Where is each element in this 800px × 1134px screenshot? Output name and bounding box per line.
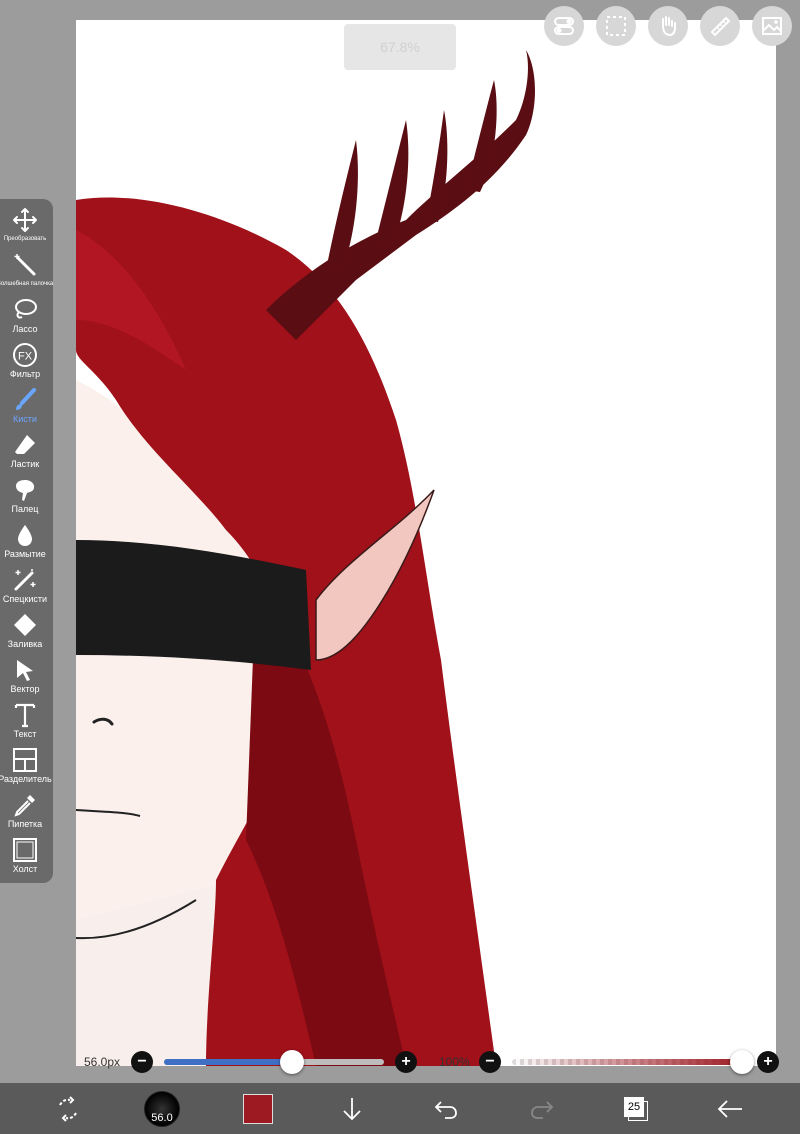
zoom-indicator: 67.8%: [344, 24, 456, 70]
brush-size-decrease-button[interactable]: −: [131, 1051, 153, 1073]
brush-size-increase-button[interactable]: +: [395, 1051, 417, 1073]
tool-label-lasso: Лассо: [12, 324, 38, 334]
eyedropper-icon: [14, 795, 35, 817]
redo-button[interactable]: [522, 1083, 562, 1134]
tool-filter[interactable]: FX Фильтр: [0, 340, 50, 385]
drawing-canvas[interactable]: [76, 20, 776, 1066]
tool-label-smudge: Палец: [11, 504, 39, 514]
fx-icon: FX: [13, 343, 37, 367]
tool-label-special-brush: Спецкисти: [2, 594, 48, 604]
opacity-decrease-button[interactable]: −: [479, 1051, 501, 1073]
tool-label-brush: Кисти: [13, 414, 37, 424]
bottom-bar: [0, 1083, 800, 1134]
color-picker-button[interactable]: [240, 1083, 276, 1134]
canvas-icon: [13, 838, 37, 862]
layers-icon: 25: [624, 1096, 648, 1121]
minus-icon: −: [485, 1053, 495, 1070]
tool-smudge[interactable]: Палец: [0, 475, 50, 520]
tool-label-fill: Заливка: [7, 639, 43, 649]
opacity-value: 100%: [439, 1055, 470, 1069]
back-button[interactable]: [710, 1083, 750, 1134]
tool-divider[interactable]: Разделитель: [0, 745, 52, 790]
ruler-button[interactable]: [700, 6, 740, 46]
tool-label-vector: Вектор: [10, 684, 40, 694]
plus-icon: +: [763, 1053, 773, 1070]
tool-lasso[interactable]: Лассо: [0, 295, 50, 340]
undo-button[interactable]: [426, 1083, 466, 1134]
brush-preview-size: 56.0: [151, 1111, 173, 1124]
eraser-icon: [15, 435, 35, 454]
tool-eyedropper[interactable]: Пипетка: [0, 790, 50, 835]
ruler-icon: [710, 16, 731, 37]
opacity-increase-button[interactable]: +: [757, 1051, 779, 1073]
layers-button[interactable]: 25: [616, 1083, 656, 1134]
fill-bucket-icon: [14, 614, 36, 636]
brush-preview-button[interactable]: 56.0: [140, 1083, 184, 1134]
tool-magic-wand[interactable]: Волшебная палочка: [0, 250, 54, 295]
special-brush-icon: [14, 569, 36, 591]
plus-icon: +: [401, 1053, 411, 1070]
tool-label-eyedropper: Пипетка: [7, 819, 43, 829]
selection-button[interactable]: [596, 6, 636, 46]
arrow-down-icon: [343, 1097, 361, 1120]
tool-label-filter: Фильтр: [9, 369, 41, 379]
tool-eraser[interactable]: Ластик: [0, 430, 50, 475]
tool-vector[interactable]: Вектор: [0, 655, 50, 700]
arrow-left-icon: [717, 1099, 742, 1118]
tool-text[interactable]: Текст: [0, 700, 50, 745]
quick-menu-button[interactable]: [46, 1083, 90, 1134]
brush-size-fill: [164, 1059, 292, 1065]
tool-palette: Преобразовать Волшебная палочка Лассо FX…: [0, 199, 53, 883]
tool-blur[interactable]: Размытие: [0, 520, 50, 565]
opacity-thumb[interactable]: [730, 1050, 754, 1074]
tool-label-text: Текст: [13, 729, 37, 739]
tool-canvas[interactable]: Холст: [0, 835, 50, 880]
smudge-icon: [16, 480, 35, 501]
vector-cursor-icon: [17, 660, 33, 681]
hand-icon: [662, 16, 676, 37]
redo-icon: [531, 1100, 554, 1119]
brush-icon: [16, 388, 36, 410]
tool-special-brush[interactable]: Спецкисти: [0, 565, 50, 610]
brush-preview: 56.0: [144, 1090, 180, 1127]
toggle-settings-button[interactable]: [544, 6, 584, 46]
layers-count: 25: [627, 1100, 641, 1113]
tool-label-divider: Разделитель: [0, 774, 52, 784]
image-icon: [762, 17, 782, 35]
tool-brush[interactable]: Кисти: [0, 385, 50, 430]
artwork: [76, 50, 535, 1066]
brush-size-thumb[interactable]: [280, 1050, 304, 1074]
minus-icon: −: [137, 1053, 147, 1070]
tool-label-eraser: Ластик: [10, 459, 40, 469]
tool-label-transform: Преобразовать: [3, 236, 47, 242]
magic-wand-icon: [14, 254, 36, 276]
tool-fill[interactable]: Заливка: [0, 610, 50, 655]
toggle-icon: [554, 17, 574, 35]
tool-label-canvas: Холст: [12, 864, 38, 874]
brush-size-value: 56.0px: [84, 1055, 121, 1069]
text-icon: [14, 703, 36, 728]
move-icon: [13, 208, 37, 232]
lasso-icon: [15, 299, 37, 319]
divider-icon: [13, 748, 37, 772]
tool-transform[interactable]: Преобразовать: [0, 205, 50, 250]
undo-icon: [434, 1100, 457, 1119]
tool-label-magic-wand: Волшебная палочка: [0, 281, 54, 287]
current-color-swatch: [243, 1093, 273, 1124]
rotate-arrows-icon: [59, 1095, 77, 1122]
hand-tool-button[interactable]: [648, 6, 688, 46]
svg-text:FX: FX: [18, 351, 33, 363]
download-button[interactable]: [332, 1083, 372, 1134]
material-button[interactable]: [752, 6, 792, 46]
selection-icon: [606, 16, 626, 36]
blur-drop-icon: [18, 525, 32, 546]
opacity-track[interactable]: [512, 1059, 744, 1065]
tool-label-blur: Размытие: [4, 549, 46, 559]
